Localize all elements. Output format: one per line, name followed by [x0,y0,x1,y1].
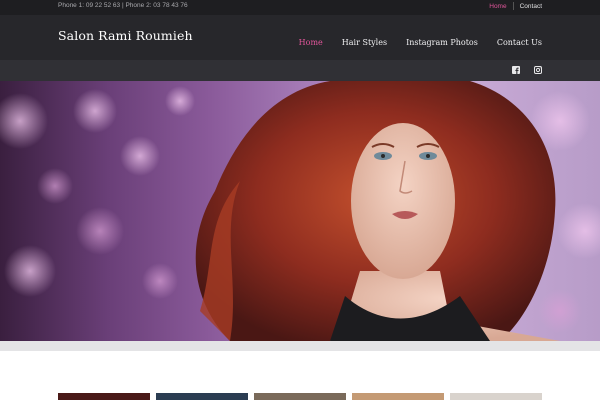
top-links: Home Contact [489,2,542,10]
nav-item-instagram-photos[interactable]: Instagram Photos [406,38,478,47]
gallery-thumbnail[interactable] [58,393,150,400]
facebook-icon[interactable] [512,66,520,74]
site-header: Salon Rami Roumieh Home Hair Styles Inst… [0,15,600,60]
hero-banner [0,81,600,341]
hero-photo [0,81,600,341]
nav-item-home[interactable]: Home [299,38,323,47]
main-nav: Home Hair Styles Instagram Photos Contac… [280,38,542,47]
nav-item-contact-us[interactable]: Contact Us [497,38,542,47]
gallery-thumbnail[interactable] [156,393,248,400]
gallery-thumbnail[interactable] [254,393,346,400]
gallery-strip [58,393,542,400]
section-divider-band [0,341,600,351]
top-bar: Phone 1: 09 22 52 63 | Phone 2: 03 78 43… [0,0,600,15]
social-bar [0,60,600,81]
top-link-contact[interactable]: Contact [520,3,542,10]
gallery-thumbnail[interactable] [450,393,542,400]
instagram-icon[interactable] [534,66,542,74]
phone-numbers: Phone 1: 09 22 52 63 | Phone 2: 03 78 43… [58,2,188,9]
gallery-thumbnail[interactable] [352,393,444,400]
top-link-divider [512,2,514,10]
top-link-home[interactable]: Home [489,3,506,10]
site-logo-text[interactable]: Salon Rami Roumieh [58,28,193,43]
nav-item-hair-styles[interactable]: Hair Styles [342,38,387,47]
